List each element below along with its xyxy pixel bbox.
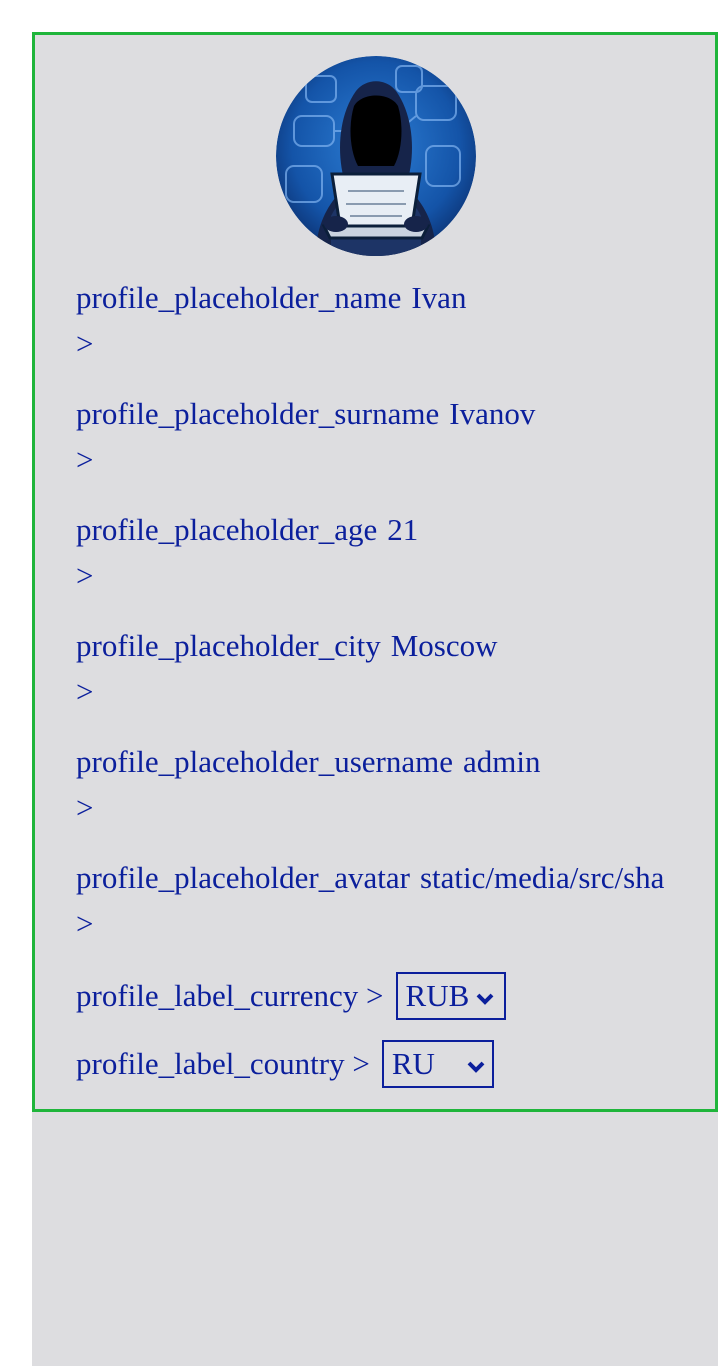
field-city-arrow[interactable]: > <box>76 669 674 715</box>
field-age-value: 21 <box>387 512 419 547</box>
field-city[interactable]: profile_placeholder_city Moscow > <box>76 623 674 715</box>
field-age-arrow[interactable]: > <box>76 553 674 599</box>
field-avatar-label: profile_placeholder_avatar <box>76 860 410 895</box>
field-city-value: Moscow <box>390 628 498 663</box>
country-row: profile_label_country > RU <box>76 1040 494 1088</box>
field-age[interactable]: profile_placeholder_age 21 > <box>76 507 674 599</box>
field-city-label: profile_placeholder_city <box>76 628 381 663</box>
country-select[interactable]: RU <box>381 1040 494 1088</box>
currency-selected-value: RUB <box>405 978 470 1013</box>
chevron-down-icon <box>475 978 495 1014</box>
field-username-label: profile_placeholder_username <box>76 744 453 779</box>
profile-card: profile_placeholder_name Ivan > profile_p… <box>32 32 718 1112</box>
currency-label: profile_label_currency > <box>76 978 384 1013</box>
field-username-value: admin <box>463 744 541 779</box>
field-age-label: profile_placeholder_age <box>76 512 378 547</box>
field-surname[interactable]: profile_placeholder_surname Ivanov > <box>76 391 674 483</box>
field-username-arrow[interactable]: > <box>76 785 674 831</box>
country-selected-value: RU <box>391 1046 435 1081</box>
avatar <box>276 56 476 256</box>
field-avatar-value: static/media/src/sha <box>419 860 665 895</box>
currency-row: profile_label_currency > RUB <box>76 972 506 1020</box>
field-avatar-arrow[interactable]: > <box>76 901 674 947</box>
hooded-hacker-icon <box>276 56 476 256</box>
field-surname-arrow[interactable]: > <box>76 437 674 483</box>
country-label: profile_label_country > <box>76 1046 370 1081</box>
field-name-value: Ivan <box>411 280 467 315</box>
chevron-down-icon <box>466 1046 486 1082</box>
field-surname-label: profile_placeholder_surname <box>76 396 440 431</box>
currency-select[interactable]: RUB <box>395 972 506 1020</box>
field-surname-value: Ivanov <box>449 396 536 431</box>
field-name-arrow[interactable]: > <box>76 321 674 367</box>
field-avatar[interactable]: profile_placeholder_avatar static/media/s… <box>76 855 674 947</box>
field-username[interactable]: profile_placeholder_username admin > <box>76 739 674 831</box>
field-name-label: profile_placeholder_name <box>76 280 402 315</box>
field-name[interactable]: profile_placeholder_name Ivan > <box>76 275 674 367</box>
